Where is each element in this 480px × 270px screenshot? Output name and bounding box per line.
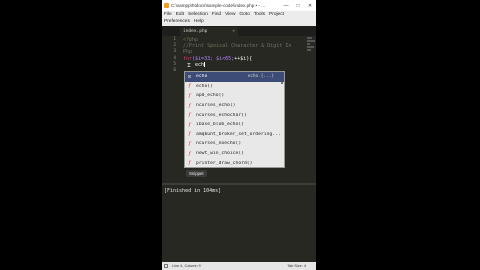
comment-text-cont: Php (183, 49, 193, 56)
autocomplete-label: newt_win_choice() (196, 151, 244, 157)
build-output-text: [Finished in 104ms] (164, 188, 222, 194)
autocomplete-item[interactable]: f ncurses_noecho() (185, 139, 284, 149)
menu-bar: File Edit Selection Find View Goto Tools… (162, 11, 316, 26)
menu-tools[interactable]: Tools (254, 12, 265, 17)
for-increment: ++$i){ (234, 55, 253, 62)
panel-toggle-icon[interactable] (164, 264, 168, 268)
function-icon: f (188, 92, 191, 99)
menu-view[interactable]: View (225, 12, 235, 17)
text-cursor (204, 61, 205, 68)
function-icon: f (188, 102, 191, 109)
title-bar: C:\xampp\htdocs\sample-code\index.php • … (162, 0, 316, 11)
menu-find[interactable]: Find (212, 12, 221, 17)
window-title: C:\xampp\htdocs\sample-code\index.php • … (171, 3, 266, 8)
function-icon: f (188, 160, 191, 167)
tab-size-selector[interactable]: Tab Size: 4 (287, 264, 306, 268)
build-output-panel: [Finished in 104ms] (162, 185, 316, 263)
function-icon: f (188, 131, 191, 138)
close-button[interactable]: ✕ (304, 3, 316, 9)
autocomplete-item[interactable]: f apd_echo() (185, 91, 284, 101)
autocomplete-item[interactable]: f printer_draw_chord() (185, 158, 284, 168)
function-icon: f (188, 83, 191, 90)
tab-index-php[interactable]: index.php × (180, 27, 238, 36)
autocomplete-item[interactable]: f ncurses_echochar() (185, 110, 284, 120)
line-number-gutter: 1 2 3 4 5 6 (162, 37, 176, 74)
autocomplete-label: amqbunt_broker_set_ordering... (196, 131, 281, 137)
editor-window: C:\xampp\htdocs\sample-code\index.php • … (162, 0, 316, 270)
autocomplete-hint: echo {...} (247, 74, 274, 80)
status-bar: Line 4, Column 9 Tab Size: 4 (162, 262, 316, 270)
snippet-tooltip: Snippet (186, 170, 207, 177)
maximize-button[interactable]: □ (292, 3, 304, 9)
autocomplete-label: echo (196, 74, 208, 80)
function-icon: f (188, 150, 191, 157)
menu-selection[interactable]: Selection (188, 12, 208, 17)
menu-edit[interactable]: Edit (176, 12, 184, 17)
line-number: 6 (173, 67, 176, 73)
autocomplete-label: ncurses_noecho() (196, 141, 242, 147)
tab-close-icon[interactable]: × (232, 27, 235, 36)
minimap[interactable] (307, 37, 315, 63)
autocomplete-label: echo() (196, 83, 213, 89)
autocomplete-popup: ⊡ echo echo {...} f echo() f apd_echo() … (184, 71, 285, 168)
menu-help[interactable]: Help (194, 19, 204, 24)
php-open-tag: <?php (183, 37, 199, 43)
autocomplete-item[interactable]: f ncurses_echo() (185, 101, 284, 111)
for-condition: ($i=33; $i<65; (192, 55, 235, 62)
code-editor[interactable]: <?php //Print Spoical Character & Digit … (183, 37, 311, 74)
autocomplete-item[interactable]: f newt_win_choice() (185, 149, 284, 159)
menu-preferences[interactable]: Preferences (164, 19, 190, 24)
function-icon: f (188, 140, 191, 147)
minimize-button[interactable]: — (280, 3, 292, 9)
autocomplete-item[interactable]: f echo() (185, 82, 284, 92)
for-keyword: for (183, 55, 193, 62)
snippet-icon: ⊡ (187, 73, 191, 80)
autocomplete-label: ncurses_echo() (196, 103, 236, 109)
autocomplete-item[interactable]: f ibase_blob_echo() (185, 120, 284, 130)
app-icon (164, 3, 169, 8)
tab-bar: index.php × (162, 26, 316, 36)
mouse-pointer-icon: ⌶ (187, 62, 191, 69)
autocomplete-item-echo-snippet[interactable]: ⊡ echo echo {...} (185, 72, 284, 82)
function-icon: f (188, 112, 191, 119)
autocomplete-label: ibase_blob_echo() (196, 122, 244, 128)
menu-project[interactable]: Project (269, 12, 284, 17)
menu-file[interactable]: File (164, 12, 172, 17)
menu-goto[interactable]: Goto (239, 12, 249, 17)
tab-label: index.php (183, 29, 208, 34)
autocomplete-label: ncurses_echochar() (196, 112, 247, 118)
cursor-position: Line 4, Column 9 (172, 264, 201, 268)
autocomplete-label: printer_draw_chord() (196, 160, 253, 166)
function-icon: f (188, 121, 191, 128)
autocomplete-label: apd_echo() (196, 93, 225, 99)
autocomplete-item[interactable]: f amqbunt_broker_set_ordering... (185, 130, 284, 140)
comment-text: //Print Spoical Character & Digit In (183, 43, 292, 50)
